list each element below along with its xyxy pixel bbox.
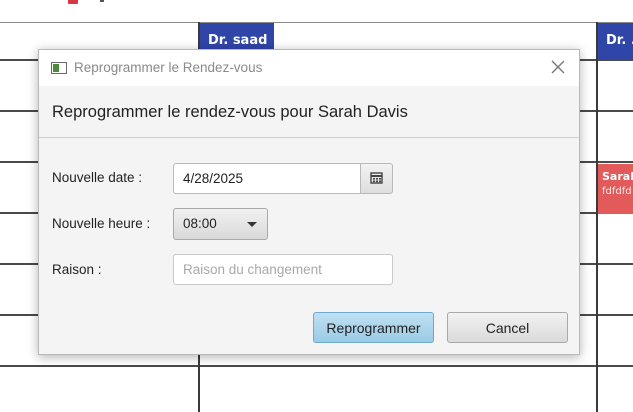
time-select[interactable]: 08:00 — [173, 208, 268, 240]
column-header-doctor[interactable]: Dr. ... — [598, 23, 633, 59]
close-button[interactable] — [547, 56, 569, 78]
reschedule-form: Nouvelle date : 4/28/2025 Nouvelle heure… — [39, 138, 579, 356]
app-window-icon — [51, 62, 67, 74]
reschedule-dialog: Reprogrammer le Rendez-vous Reprogrammer… — [38, 49, 580, 355]
close-icon — [551, 60, 565, 74]
grid-column-divider — [596, 22, 598, 412]
dialog-header-text: Reprogrammer le rendez-vous pour Sarah D… — [52, 103, 408, 121]
chevron-down-icon — [247, 222, 257, 227]
reason-label: Raison : — [52, 262, 102, 277]
appointment-block[interactable]: Sarah fdfdfd — [598, 164, 633, 214]
dialog-titlebar[interactable]: Reprogrammer le Rendez-vous — [39, 50, 579, 86]
toolbar-icon — [68, 0, 78, 4]
date-picker-button[interactable] — [360, 163, 393, 194]
grid-line — [0, 365, 633, 367]
appointment-title: Sarah — [602, 170, 633, 183]
time-select-value: 08:00 — [183, 216, 217, 231]
time-label: Nouvelle heure : — [52, 216, 151, 231]
toolbar-icon — [100, 0, 104, 2]
cancel-button[interactable]: Cancel — [447, 312, 568, 343]
calendar-icon — [370, 172, 383, 184]
dialog-window-title: Reprogrammer le Rendez-vous — [74, 60, 263, 75]
reason-input[interactable] — [173, 254, 393, 285]
date-label: Nouvelle date : — [52, 170, 143, 185]
dialog-header: Reprogrammer le rendez-vous pour Sarah D… — [39, 86, 579, 138]
appointment-subtitle: fdfdfd — [602, 186, 632, 197]
reschedule-button[interactable]: Reprogrammer — [313, 312, 434, 343]
date-input[interactable]: 4/28/2025 — [173, 163, 361, 194]
grid-line — [0, 22, 633, 23]
